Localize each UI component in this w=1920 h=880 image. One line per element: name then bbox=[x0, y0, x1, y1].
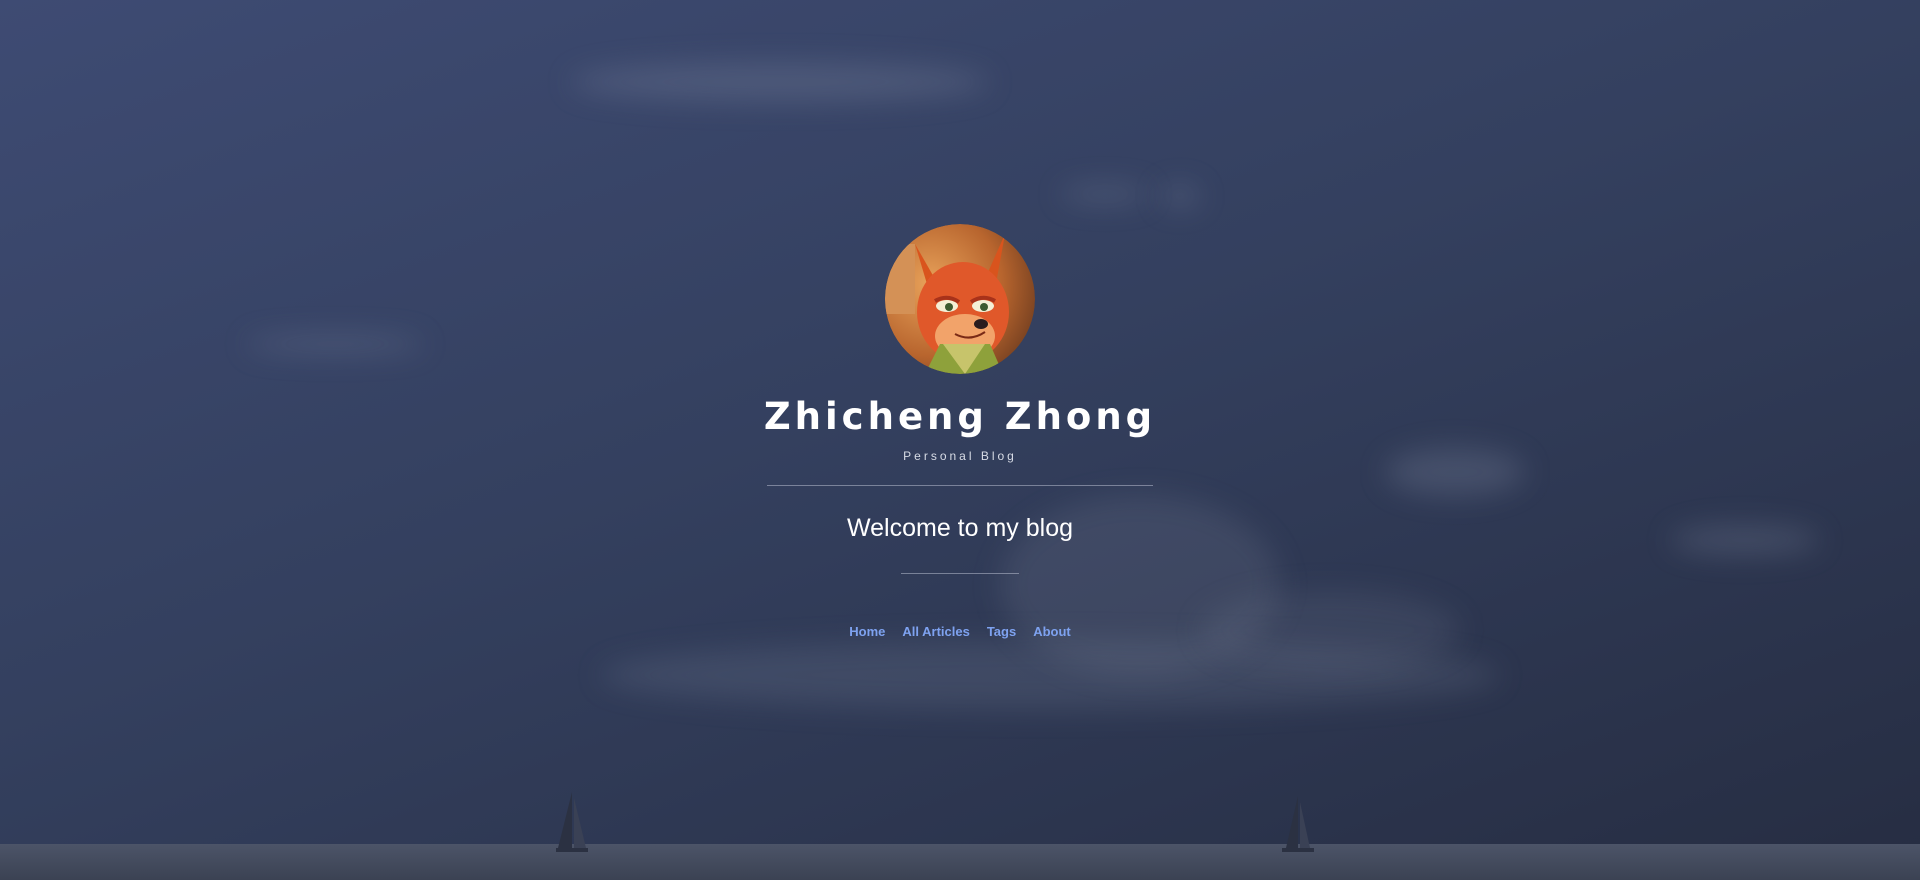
nav-link-tags[interactable]: Tags bbox=[987, 624, 1016, 639]
welcome-text: Welcome to my blog bbox=[846, 514, 1073, 542]
nav-link-home[interactable]: Home bbox=[849, 624, 885, 639]
main-nav: Home All Articles Tags About bbox=[849, 624, 1071, 639]
nav-link-about[interactable]: About bbox=[1033, 624, 1071, 639]
divider bbox=[901, 573, 1019, 574]
site-title: Zhicheng Zhong bbox=[763, 395, 1157, 438]
cloud bbox=[1060, 185, 1150, 203]
cloud bbox=[1160, 185, 1200, 207]
sea bbox=[0, 844, 1920, 880]
cloud bbox=[600, 640, 1500, 710]
cloud bbox=[570, 62, 990, 102]
nav-link-all-articles[interactable]: All Articles bbox=[902, 624, 969, 639]
fox-avatar-icon[interactable] bbox=[885, 224, 1035, 374]
site-subtitle: Personal Blog bbox=[903, 449, 1017, 463]
hero-content: Zhicheng Zhong Personal Blog Welcome to … bbox=[0, 224, 1920, 639]
sailboat-icon bbox=[556, 792, 588, 852]
hero-background: Zhicheng Zhong Personal Blog Welcome to … bbox=[0, 0, 1920, 880]
divider bbox=[767, 485, 1153, 486]
sailboat-icon bbox=[1282, 796, 1314, 852]
